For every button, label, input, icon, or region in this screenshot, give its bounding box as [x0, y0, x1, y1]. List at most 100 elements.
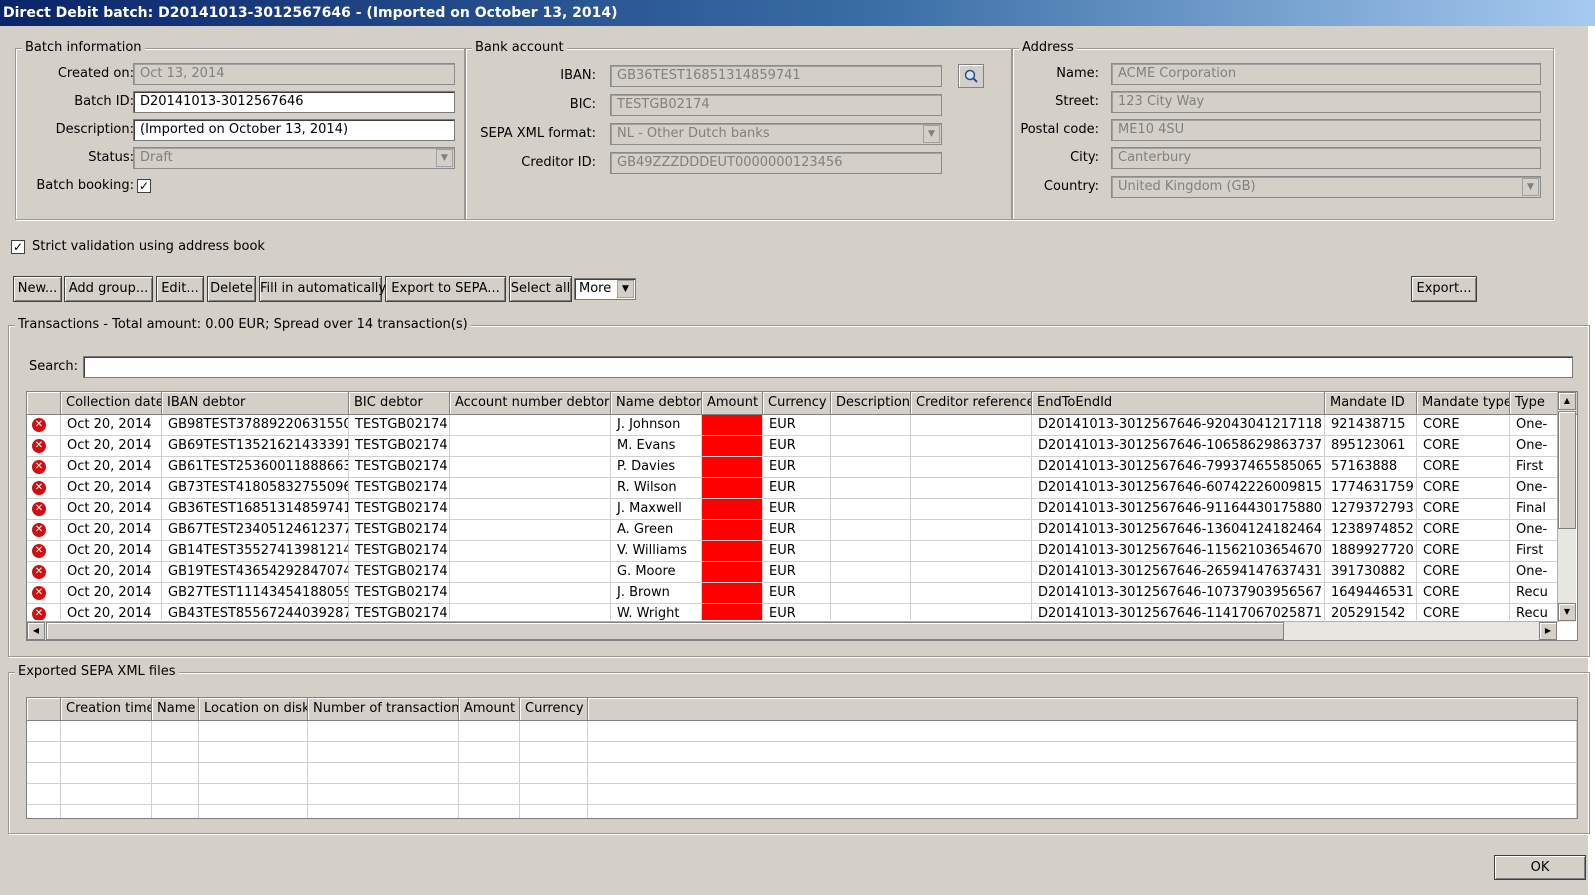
table-cell	[911, 478, 1032, 499]
column-header[interactable]: Currency	[520, 698, 588, 720]
column-header[interactable]: Name	[152, 698, 199, 720]
table-row[interactable]: ✕ Oct 20, 2014 GB98TEST37889220631550 TESTG…	[27, 415, 1557, 436]
table-row[interactable]: ✕ Oct 20, 2014 GB61TEST25360011888663 TESTG…	[27, 457, 1557, 478]
table-cell	[61, 784, 152, 805]
horizontal-scroll-thumb[interactable]	[46, 622, 1284, 640]
table-cell: 895123061	[1325, 436, 1417, 457]
scroll-down-button[interactable]: ▼	[1558, 603, 1576, 621]
scroll-up-button[interactable]: ▲	[1558, 392, 1576, 410]
table-cell	[450, 436, 611, 457]
column-header[interactable]: Mandate ID	[1325, 392, 1417, 414]
column-header[interactable]: Amount	[459, 698, 520, 720]
new-button[interactable]: New...	[13, 276, 62, 302]
created-label: Created on:	[57, 66, 134, 81]
table-row[interactable]: ✕ Oct 20, 2014 GB43TEST85567244039287 TESTG…	[27, 604, 1557, 620]
table-cell	[459, 805, 520, 818]
column-header[interactable]: Amount	[702, 392, 763, 414]
column-header[interactable]: Name debtor	[611, 392, 702, 414]
column-header[interactable]: Collection date	[61, 392, 162, 414]
column-header[interactable]: Account number debtor	[450, 392, 611, 414]
table-row[interactable]: ✕ Oct 20, 2014 GB36TEST16851314859741 TESTG…	[27, 499, 1557, 520]
delete-button[interactable]: Delete	[207, 276, 256, 302]
table-cell: TESTGB02174	[349, 499, 450, 520]
scroll-left-button[interactable]: ◀	[27, 622, 45, 640]
table-cell: GB14TEST35527413981214	[162, 541, 349, 562]
table-cell: D20141013-3012567646-13604124182464	[1032, 520, 1325, 541]
status-cell: ✕	[27, 562, 61, 583]
column-header[interactable]: Number of transactions	[308, 698, 459, 720]
column-header[interactable]: Description	[831, 392, 911, 414]
edit-button[interactable]: Edit...	[156, 276, 204, 302]
address-legend: Address	[1019, 40, 1077, 56]
table-row[interactable]: ✕ Oct 20, 2014 GB27TEST11143454188059 TESTG…	[27, 583, 1557, 604]
strict-validation-checkbox[interactable]: ✓	[11, 240, 25, 254]
amount-cell	[702, 436, 763, 457]
table-cell	[27, 784, 61, 805]
amount-cell	[702, 478, 763, 499]
table-cell	[199, 763, 308, 784]
table-cell	[450, 415, 611, 436]
search-input[interactable]	[83, 356, 1573, 378]
more-value: More	[579, 281, 612, 296]
iban-label: IBAN:	[560, 68, 596, 83]
name-field: ACME Corporation	[1111, 63, 1541, 85]
column-header[interactable]: Creditor reference	[911, 392, 1032, 414]
table-row[interactable]: ✕ Oct 20, 2014 GB69TEST13521621433391 TESTG…	[27, 436, 1557, 457]
table-cell	[199, 784, 308, 805]
more-select[interactable]: More ▼	[574, 278, 636, 300]
column-header[interactable]: Mandate type	[1417, 392, 1510, 414]
select-all-button[interactable]: Select all	[509, 276, 572, 302]
status-cell: ✕	[27, 583, 61, 604]
table-cell	[27, 763, 61, 784]
column-header[interactable]: IBAN debtor	[162, 392, 349, 414]
column-header[interactable]	[27, 698, 61, 720]
table-cell: R. Wilson	[611, 478, 702, 499]
table-cell: TESTGB02174	[349, 562, 450, 583]
column-header[interactable]	[588, 698, 1577, 720]
table-cell	[450, 499, 611, 520]
table-cell: One-	[1510, 478, 1557, 499]
table-row[interactable]: ✕ Oct 20, 2014 GB19TEST43654292847074 TESTG…	[27, 562, 1557, 583]
iban-search-button[interactable]	[958, 64, 984, 88]
batch-id-field[interactable]: D20141013-3012567646	[133, 91, 455, 113]
chevron-down-icon: ▼	[617, 280, 634, 298]
exported-files-header: Creation time Name Location on disk Number …	[27, 698, 1577, 721]
column-header[interactable]: BIC debtor	[349, 392, 450, 414]
horizontal-scrollbar[interactable]: ◀ ▶	[27, 621, 1557, 640]
table-row[interactable]: ✕ Oct 20, 2014 GB73TEST41805832755096 TESTG…	[27, 478, 1557, 499]
table-cell	[459, 763, 520, 784]
vertical-scroll-thumb[interactable]	[1558, 411, 1576, 529]
table-cell: GB98TEST37889220631550	[162, 415, 349, 436]
add-group-button[interactable]: Add group...	[64, 276, 153, 302]
column-header[interactable]	[27, 392, 61, 414]
table-row[interactable]: ✕ Oct 20, 2014 GB14TEST35527413981214 TESTG…	[27, 541, 1557, 562]
bic-label: BIC:	[569, 97, 596, 112]
table-cell: GB43TEST85567244039287	[162, 604, 349, 620]
table-cell: Oct 20, 2014	[61, 541, 162, 562]
table-cell: Oct 20, 2014	[61, 436, 162, 457]
table-cell: One-	[1510, 415, 1557, 436]
description-field[interactable]: (Imported on October 13, 2014)	[133, 119, 455, 141]
fill-automatically-button[interactable]: Fill in automatically	[259, 276, 386, 302]
column-header[interactable]: Location on disk	[199, 698, 308, 720]
export-to-sepa-button[interactable]: Export to SEPA...	[385, 276, 506, 302]
table-cell: J. Johnson	[611, 415, 702, 436]
table-row[interactable]: ✕ Oct 20, 2014 GB67TEST23405124612377 TESTG…	[27, 520, 1557, 541]
column-header[interactable]: Creation time	[61, 698, 152, 720]
column-header[interactable]: Type	[1510, 392, 1560, 414]
ok-button[interactable]: OK	[1494, 855, 1586, 880]
column-header[interactable]: EndToEndId	[1032, 392, 1325, 414]
table-cell	[831, 436, 911, 457]
column-header[interactable]: Currency	[763, 392, 831, 414]
batch-booking-checkbox[interactable]: ✓	[137, 179, 151, 193]
scroll-right-button[interactable]: ▶	[1539, 622, 1557, 640]
table-cell: A. Green	[611, 520, 702, 541]
table-cell	[831, 604, 911, 620]
export-button[interactable]: Export...	[1411, 276, 1477, 302]
vertical-scrollbar[interactable]: ▲ ▼	[1557, 392, 1576, 622]
error-icon: ✕	[32, 418, 46, 432]
batch-booking-label: Batch booking:	[36, 178, 134, 193]
table-cell	[450, 583, 611, 604]
table-cell: CORE	[1417, 604, 1510, 620]
table-cell: 391730882	[1325, 562, 1417, 583]
